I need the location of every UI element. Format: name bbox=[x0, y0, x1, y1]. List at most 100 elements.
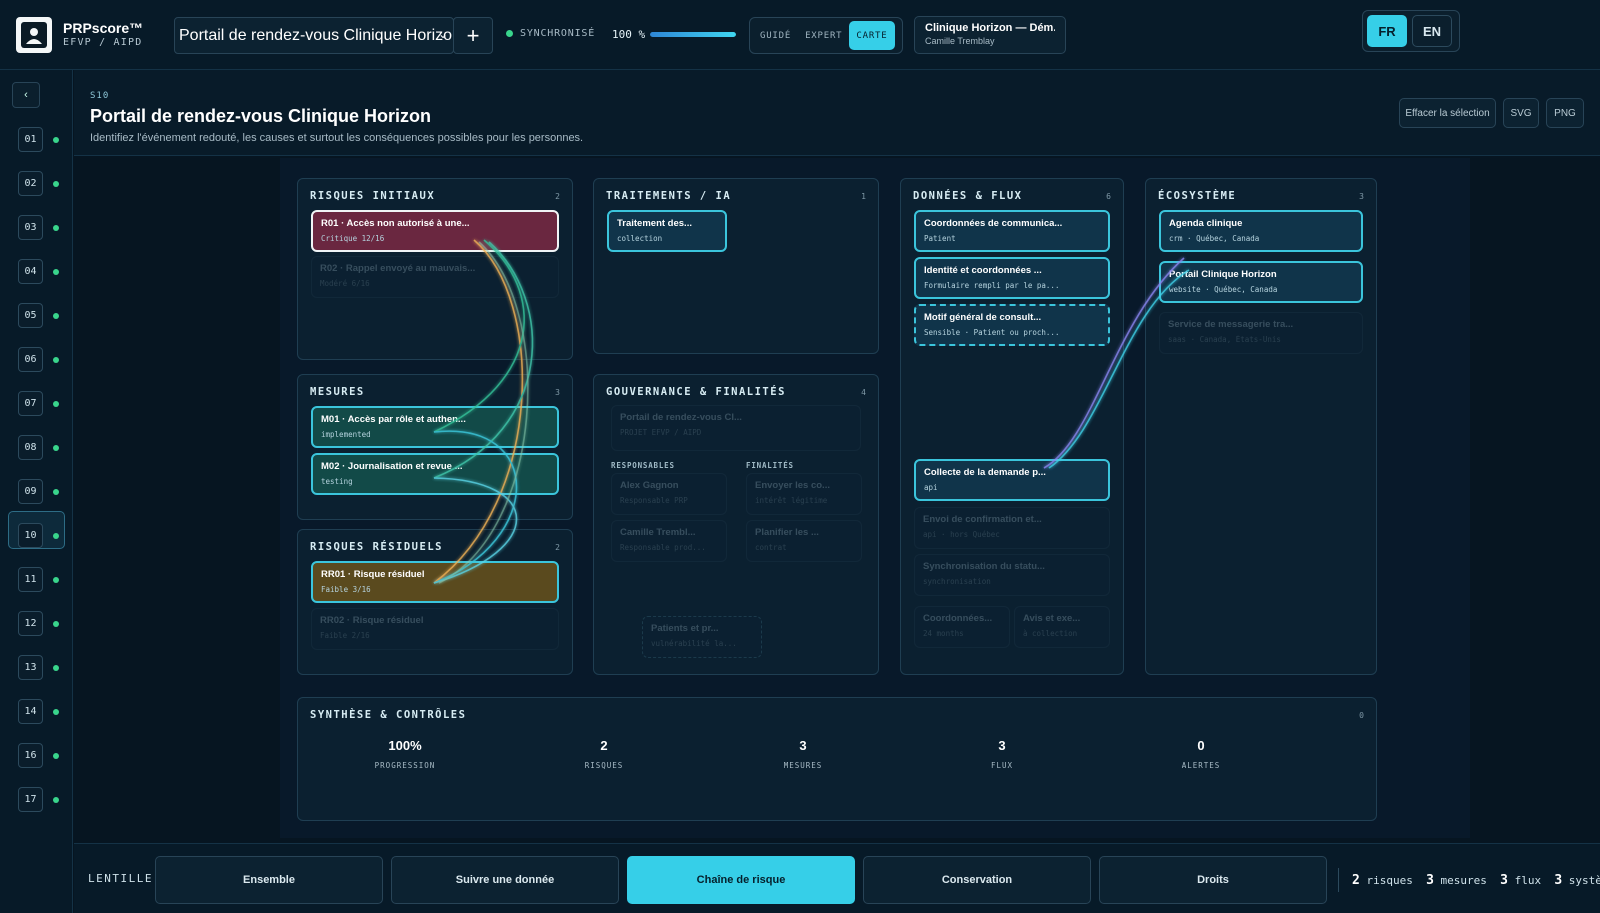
export-svg-button[interactable]: SVG bbox=[1503, 98, 1539, 128]
export-png-button[interactable]: PNG bbox=[1546, 98, 1584, 128]
lens-follow-data-button[interactable]: Suivre une donnée bbox=[391, 856, 619, 904]
system-node[interactable]: Agenda clinique crm · Québec, Canada bbox=[1159, 210, 1363, 252]
panel-synthesis: SYNTHÈSE & CONTRÔLES 0 100% PROGRESSION … bbox=[297, 697, 1377, 821]
purpose-node[interactable]: Planifier les ... contrat bbox=[746, 520, 862, 562]
mode-map-button[interactable]: CARTE bbox=[849, 21, 895, 50]
node-subtitle: vulnérabilité la... bbox=[651, 639, 737, 648]
node-title: Envoyer les co... bbox=[755, 480, 830, 491]
mode-expert-button[interactable]: EXPERT bbox=[798, 21, 849, 50]
step-button-02[interactable]: 02 bbox=[18, 171, 43, 196]
language-switch: FR EN bbox=[1362, 10, 1460, 52]
node-subtitle: synchronisation bbox=[923, 577, 991, 586]
system-node[interactable]: Portail Clinique Horizon website · Québe… bbox=[1159, 261, 1363, 303]
step-button-07[interactable]: 07 bbox=[18, 391, 43, 416]
status-dot-icon bbox=[506, 30, 513, 37]
panel-count: 2 bbox=[555, 543, 560, 552]
step-button-09[interactable]: 09 bbox=[18, 479, 43, 504]
mode-switch: GUIDÉ EXPERT CARTE bbox=[749, 17, 903, 54]
residual-node-rr01[interactable]: RR01 · Risque résiduel Faible 3/16 bbox=[311, 561, 559, 603]
node-subtitle: 24 months bbox=[923, 629, 964, 638]
measure-node-m02[interactable]: M02 · Journalisation et revue ... testin… bbox=[311, 453, 559, 495]
node-subtitle: à collection bbox=[1023, 629, 1078, 638]
project-select[interactable]: Portail de rendez-vous Clinique Horizon … bbox=[174, 17, 454, 54]
language-en-button[interactable]: EN bbox=[1412, 15, 1452, 47]
purpose-node[interactable]: Envoyer les co... intérêt légitime bbox=[746, 473, 862, 515]
step-button-14[interactable]: 14 bbox=[18, 699, 43, 724]
step-status-dot-icon bbox=[53, 181, 59, 187]
step-status-dot-icon bbox=[53, 709, 59, 715]
step-button-10[interactable]: 10 bbox=[18, 523, 43, 548]
step-button-06[interactable]: 06 bbox=[18, 347, 43, 372]
step-button-08[interactable]: 08 bbox=[18, 435, 43, 460]
measure-node-m01[interactable]: M01 · Accès par rôle et authen... implem… bbox=[311, 406, 559, 448]
step-status-dot-icon bbox=[53, 313, 59, 319]
panel-data-flows: DONNÉES & FLUX 6 Coordonnées de communic… bbox=[900, 178, 1124, 675]
node-title: Camille Trembl... bbox=[620, 527, 696, 538]
language-fr-button[interactable]: FR bbox=[1367, 15, 1407, 47]
panel-initial-risks: RISQUES INITIAUX 2 R01 · Accès non autor… bbox=[297, 178, 573, 360]
data-node[interactable]: Identité et coordonnées ... Formulaire r… bbox=[914, 257, 1110, 299]
step-button-16[interactable]: 16 bbox=[18, 743, 43, 768]
node-title: M02 · Journalisation et revue ... bbox=[321, 461, 463, 472]
flow-node[interactable]: Collecte de la demande p... api bbox=[914, 459, 1110, 501]
stat-label: FLUX bbox=[990, 761, 1014, 770]
sensitive-data-node[interactable]: Motif général de consult... Sensible · P… bbox=[914, 304, 1110, 346]
risk-node-r01[interactable]: R01 · Accès non autorisé à une... Critiq… bbox=[311, 210, 559, 252]
step-button-01[interactable]: 01 bbox=[18, 127, 43, 152]
lens-risk-chain-button[interactable]: Chaîne de risque bbox=[627, 856, 855, 904]
data-subjects-node[interactable]: Patients et pr... vulnérabilité la... bbox=[642, 616, 762, 658]
step-button-17[interactable]: 17 bbox=[18, 787, 43, 812]
clear-selection-button[interactable]: Effacer la sélection bbox=[1399, 98, 1496, 128]
lens-label: LENTILLE bbox=[88, 872, 153, 885]
flow-node[interactable]: Synchronisation du statu... synchronisat… bbox=[914, 554, 1110, 596]
governance-project-node[interactable]: Portail de rendez-vous Cl... PROJET EFVP… bbox=[611, 405, 861, 451]
owner-node[interactable]: Alex Gagnon Responsable PRP bbox=[611, 473, 727, 515]
risk-node-r02[interactable]: R02 · Rappel envoyé au mauvais... Modéré… bbox=[311, 256, 559, 298]
owner-node[interactable]: Camille Trembl... Responsable prod... bbox=[611, 520, 727, 562]
node-title: Envoi de confirmation et... bbox=[923, 514, 1042, 525]
mode-guided-button[interactable]: GUIDÉ bbox=[753, 21, 798, 50]
summary-systems-count: 3 bbox=[1554, 873, 1563, 888]
collapse-sidebar-button[interactable]: ‹ bbox=[12, 82, 40, 108]
organization-selector[interactable]: Clinique Horizon — Dém... Camille Trembl… bbox=[914, 16, 1066, 54]
panel-count: 6 bbox=[1106, 192, 1111, 201]
step-button-12[interactable]: 12 bbox=[18, 611, 43, 636]
organization-name: Clinique Horizon — Dém... bbox=[925, 22, 1055, 34]
step-button-03[interactable]: 03 bbox=[18, 215, 43, 240]
node-title: Service de messagerie tra... bbox=[1168, 319, 1294, 330]
panel-title: TRAITEMENTS / IA bbox=[606, 190, 732, 202]
node-subtitle: Faible 2/16 bbox=[320, 631, 370, 640]
step-button-04[interactable]: 04 bbox=[18, 259, 43, 284]
panel-title: RISQUES INITIAUX bbox=[310, 190, 436, 202]
summary-measures-label: mesures bbox=[1440, 874, 1487, 887]
node-title: Planifier les ... bbox=[755, 527, 819, 538]
step-button-13[interactable]: 13 bbox=[18, 655, 43, 680]
node-title: Coordonnées de communica... bbox=[924, 218, 1063, 229]
node-subtitle: intérêt légitime bbox=[755, 496, 828, 505]
step-code: S10 bbox=[90, 91, 110, 101]
node-title: R01 · Accès non autorisé à une... bbox=[321, 218, 470, 229]
lens-retention-button[interactable]: Conservation bbox=[863, 856, 1091, 904]
processing-node[interactable]: Traitement des... collection bbox=[607, 210, 727, 252]
lens-ensemble-button[interactable]: Ensemble bbox=[155, 856, 383, 904]
step-status-dot-icon bbox=[53, 401, 59, 407]
lens-rights-button[interactable]: Droits bbox=[1099, 856, 1327, 904]
flow-node[interactable]: Envoi de confirmation et... api · hors Q… bbox=[914, 507, 1110, 549]
retention-node[interactable]: Avis et exe... à collection bbox=[1014, 606, 1110, 648]
progress-fill bbox=[650, 32, 736, 37]
data-node[interactable]: Coordonnées de communica... Patient bbox=[914, 210, 1110, 252]
stat-label: RISQUES bbox=[584, 761, 624, 770]
node-subtitle: api · hors Québec bbox=[923, 530, 1000, 539]
step-status-dot-icon bbox=[53, 445, 59, 451]
step-button-11[interactable]: 11 bbox=[18, 567, 43, 592]
panel-title: DONNÉES & FLUX bbox=[913, 190, 1023, 202]
summary-flows-label: flux bbox=[1514, 874, 1542, 887]
system-node[interactable]: Service de messagerie tra... saas · Cana… bbox=[1159, 312, 1363, 354]
step-button-05[interactable]: 05 bbox=[18, 303, 43, 328]
brand-title: PRPscore™ bbox=[63, 20, 144, 36]
retention-node[interactable]: Coordonnées... 24 months bbox=[914, 606, 1010, 648]
add-project-button[interactable]: + bbox=[453, 17, 493, 54]
progress-label: 100 % bbox=[612, 28, 646, 41]
residual-node-rr02[interactable]: RR02 · Risque résiduel Faible 2/16 bbox=[311, 608, 559, 650]
stat-value: 3 bbox=[998, 738, 1006, 753]
